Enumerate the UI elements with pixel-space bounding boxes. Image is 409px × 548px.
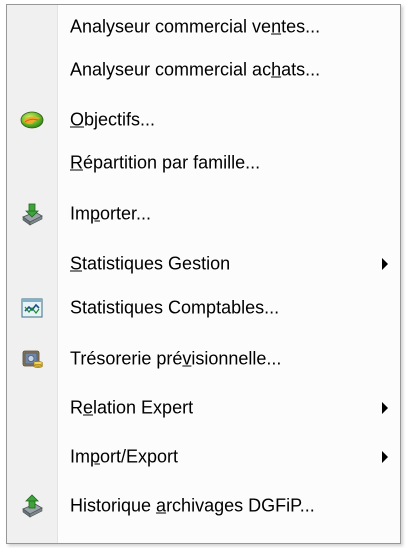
menu-item-statistiques-comptables[interactable]: Statistiques Comptables... (7, 286, 400, 329)
menu-item-importer[interactable]: Importer... (7, 192, 400, 235)
menu-item-label: Trésorerie prévisionnelle... (70, 348, 282, 368)
menu-item-statistiques-gestion[interactable]: Statistiques Gestion (7, 242, 400, 285)
menu-item-objectifs[interactable]: Objectifs... (7, 98, 400, 141)
menu-item-analyseur-ventes[interactable]: Analyseur commercial ventes... (7, 5, 400, 48)
menu-item-label: Répartition par famille... (70, 152, 261, 172)
menu-item-label: Analyseur commercial achats... (70, 59, 321, 79)
menu-item-relation-expert[interactable]: Relation Expert (7, 386, 400, 429)
tresorerie-icon (22, 350, 43, 368)
historique-icon (22, 493, 43, 518)
menu-item-label: Analyseur commercial ventes... (70, 16, 321, 36)
context-menu: Analyseur commercial ventes... Analyseur… (6, 4, 401, 544)
menu-item-import-export[interactable]: Import/Export (7, 435, 400, 478)
menu-item-tresorerie[interactable]: Trésorerie prévisionnelle... (7, 337, 400, 380)
import-icon (22, 203, 43, 226)
submenu-arrow-icon (382, 450, 388, 463)
menu-item-label: Import/Export (70, 446, 179, 466)
menu-item-label: Importer... (70, 203, 152, 223)
menu-item-label: Relation Expert (70, 397, 194, 417)
objectifs-icon (20, 111, 44, 128)
menu-item-label: Statistiques Gestion (70, 253, 231, 273)
submenu-arrow-icon (382, 401, 388, 414)
submenu-arrow-icon (382, 257, 388, 270)
menu-item-analyseur-achats[interactable]: Analyseur commercial achats... (7, 48, 400, 91)
menu-item-historique-archivages[interactable]: Historique archivages DGFiP... (7, 484, 400, 527)
menu-item-label: Statistiques Comptables... (70, 297, 280, 317)
stats-comptables-icon (21, 298, 43, 317)
menu-item-label: Objectifs... (70, 109, 156, 129)
menu-item-label: Historique archivages DGFiP... (70, 495, 315, 515)
menu-item-repartition[interactable]: Répartition par famille... (7, 141, 400, 184)
